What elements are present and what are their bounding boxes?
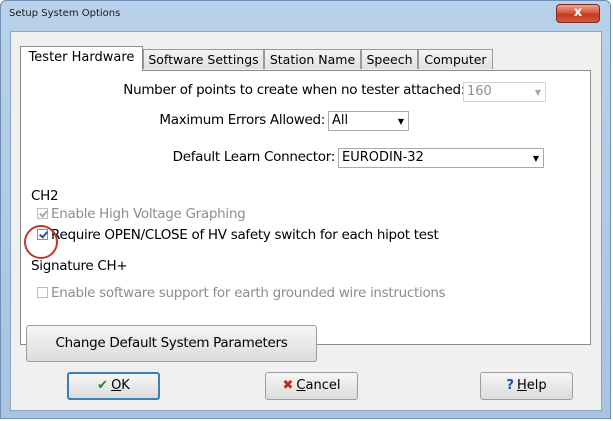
checkmark-icon: ✔ [97,378,109,393]
max-errors-label: Maximum Errors Allowed: [159,112,325,128]
dialog-window: Setup System Options x Tester Hardware S… [0,0,611,419]
max-errors-value: All [332,113,349,128]
points-label: Number of points to create when no teste… [123,82,465,98]
learn-connector-dropdown[interactable]: EURODIN-32 ▼ [338,148,544,168]
earth-grounded-checkbox-row: Enable software support for earth ground… [37,285,446,301]
require-open-close-label: Require OPEN/CLOSE of HV safety switch f… [51,227,439,243]
window-title: Setup System Options [9,8,121,19]
title-bar[interactable]: Setup System Options x [1,1,610,31]
cancel-button[interactable]: ✖ Cancel [265,372,358,400]
points-value: 160 [467,84,492,99]
dialog-client-area: Tester Hardware Software Settings Statio… [10,31,602,411]
ch2-section-label: CH2 [31,188,59,204]
change-default-system-parameters-button[interactable]: Change Default System Parameters [26,325,317,362]
help-hotkey: H [516,378,527,393]
help-label-rest: elp [526,378,547,393]
chevron-down-icon: ▼ [397,117,404,126]
tab-station-name[interactable]: Station Name [264,49,361,69]
tester-hardware-panel: Number of points to create when no teste… [20,70,591,345]
points-dropdown: 160 ▼ [463,82,546,102]
hv-graphing-checkbox-row: Enable High Voltage Graphing [37,206,246,222]
tab-speech[interactable]: Speech [361,49,418,69]
hv-graphing-label: Enable High Voltage Graphing [51,206,246,222]
ok-hotkey: O [111,378,122,393]
close-button[interactable]: x [556,4,600,23]
ok-button[interactable]: ✔ OK [67,372,160,400]
require-open-close-checkbox-row[interactable]: Require OPEN/CLOSE of HV safety switch f… [37,227,439,243]
learn-connector-label: Default Learn Connector: [172,149,336,165]
learn-connector-value: EURODIN-32 [342,150,424,165]
earth-grounded-checkbox [37,287,48,298]
cancel-label-rest: ancel [305,378,341,393]
help-button[interactable]: ? Help [480,372,573,400]
cross-icon: ✖ [282,378,294,393]
annotation-circle [24,225,58,259]
cancel-hotkey: C [296,378,306,393]
chevron-down-icon: ▼ [532,154,539,163]
tab-computer[interactable]: Computer [418,49,493,69]
tab-tester-hardware[interactable]: Tester Hardware [20,46,143,71]
chevron-down-icon: ▼ [534,88,541,97]
max-errors-dropdown[interactable]: All ▼ [328,111,409,131]
ok-label-rest: K [121,378,130,393]
earth-grounded-label: Enable software support for earth ground… [51,285,446,301]
help-icon: ? [506,378,514,393]
tab-software-settings[interactable]: Software Settings [143,49,264,69]
signature-section-label: Signature CH+ [31,258,128,274]
hv-graphing-checkbox [37,208,48,219]
close-icon: x [573,5,583,20]
